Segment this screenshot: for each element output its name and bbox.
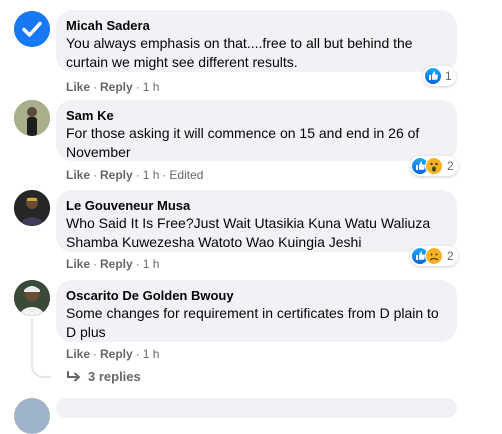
like-button[interactable]: Like <box>66 80 90 94</box>
edited-label: Edited <box>169 168 204 182</box>
care-reaction-icon <box>425 247 443 265</box>
comment-text-line: You always emphasis on that....free to a… <box>66 35 413 51</box>
comment-author[interactable]: Oscarito De Golden Bwouy <box>66 287 447 304</box>
comment-time[interactable]: 1 h <box>143 347 160 361</box>
like-button[interactable]: Like <box>66 257 90 271</box>
avatar-verified[interactable] <box>14 11 50 47</box>
comment-text-line: Shamba Kuwezesha Watoto Wao Kuingia Jesh… <box>66 234 362 250</box>
comment-text-line: November <box>66 144 131 160</box>
avatar[interactable] <box>14 190 50 226</box>
comment-actions: Like · Reply · 1 h <box>66 347 160 361</box>
comment-time[interactable]: 1 h <box>143 168 160 182</box>
wow-reaction-icon <box>425 157 443 175</box>
thread-connector <box>31 318 51 378</box>
comment-1: Micah Sadera You always emphasis on that… <box>0 0 502 96</box>
avatar[interactable] <box>14 280 50 316</box>
like-button[interactable]: Like <box>66 168 90 182</box>
reaction-summary[interactable]: 2 <box>410 246 458 266</box>
reply-arrow-icon <box>67 370 80 381</box>
reaction-count: 1 <box>445 69 452 83</box>
reaction-summary[interactable]: 1 <box>423 66 456 86</box>
reaction-summary[interactable]: 2 <box>410 156 458 176</box>
comment-actions: Like · Reply · 1 h <box>66 257 160 271</box>
comment-bubble: Le Gouveneur Musa Who Said It Is Free?Ju… <box>56 190 457 252</box>
profile-photo-icon <box>14 100 50 136</box>
comment-author[interactable]: Micah Sadera <box>66 17 447 34</box>
reply-button[interactable]: Reply <box>100 168 133 182</box>
view-replies-button[interactable]: 3 replies <box>66 369 141 384</box>
comment-author[interactable]: Sam Ke <box>66 107 447 124</box>
profile-photo-icon <box>14 280 50 316</box>
like-button[interactable]: Like <box>66 347 90 361</box>
comment-time[interactable]: 1 h <box>143 257 160 271</box>
comment-actions: Like · Reply · 1 h · Edited <box>66 168 204 182</box>
comment-bubble <box>56 398 457 418</box>
reply-button[interactable]: Reply <box>100 347 133 361</box>
comment-actions: Like · Reply · 1 h <box>66 80 160 94</box>
comment-bubble: Micah Sadera You always emphasis on that… <box>56 10 457 72</box>
reply-button[interactable]: Reply <box>100 257 133 271</box>
comment-text-line: For those asking it will commence on 15 … <box>66 125 420 141</box>
avatar[interactable] <box>14 100 50 136</box>
comment-2: Sam Ke For those asking it will commence… <box>0 96 502 186</box>
like-reaction-icon <box>425 68 441 84</box>
reaction-count: 2 <box>447 159 454 173</box>
reply-button[interactable]: Reply <box>100 80 133 94</box>
verified-check-icon <box>14 11 50 47</box>
comment-3: Le Gouveneur Musa Who Said It Is Free?Ju… <box>0 186 502 276</box>
view-replies-label[interactable]: 3 replies <box>88 369 141 384</box>
comment-text-line: Some changes for requirement in certific… <box>66 305 439 321</box>
reaction-count: 2 <box>447 249 454 263</box>
comment-time[interactable]: 1 h <box>143 80 160 94</box>
comment-text-line: curtain we might see different results. <box>66 54 298 70</box>
profile-photo-icon <box>14 190 50 226</box>
comment-bubble: Sam Ke For those asking it will commence… <box>56 100 457 161</box>
comment-text-line: Who Said It Is Free?Just Wait Utasikia K… <box>66 215 431 231</box>
comment-4: Oscarito De Golden Bwouy Some changes fo… <box>0 276 502 366</box>
comment-text-line: D plus <box>66 324 106 340</box>
avatar[interactable] <box>14 398 50 434</box>
comment-author[interactable]: Le Gouveneur Musa <box>66 197 447 214</box>
comment-bubble: Oscarito De Golden Bwouy Some changes fo… <box>56 280 457 342</box>
